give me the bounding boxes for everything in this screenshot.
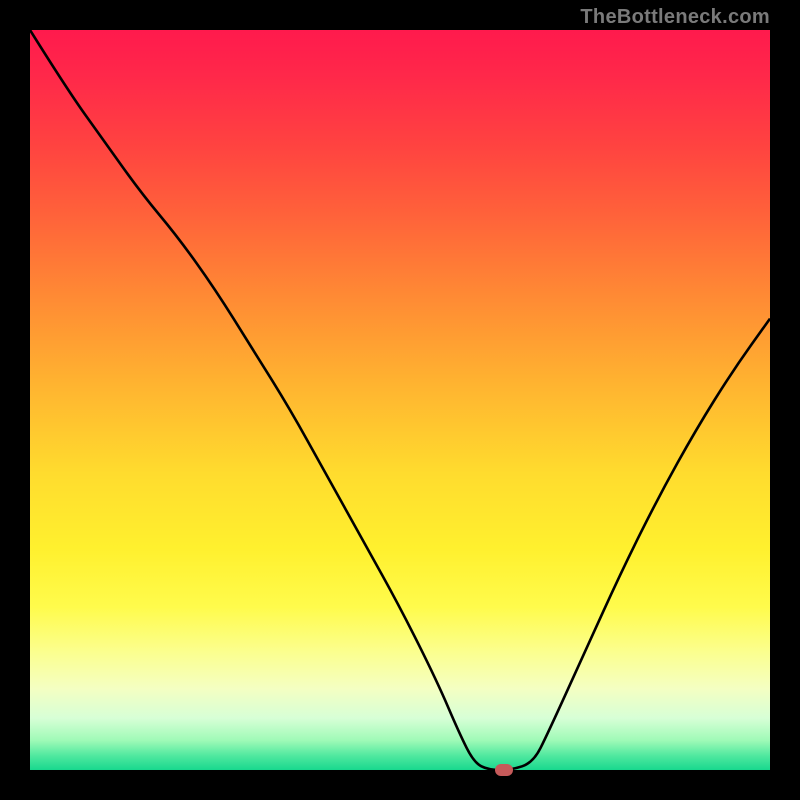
- marker: [495, 764, 513, 776]
- bottleneck-curve: [30, 30, 770, 770]
- curve-path: [30, 30, 770, 770]
- watermark-text: TheBottleneck.com: [580, 6, 770, 29]
- plot-area: [30, 30, 770, 770]
- chart-container: TheBottleneck.com: [0, 0, 800, 800]
